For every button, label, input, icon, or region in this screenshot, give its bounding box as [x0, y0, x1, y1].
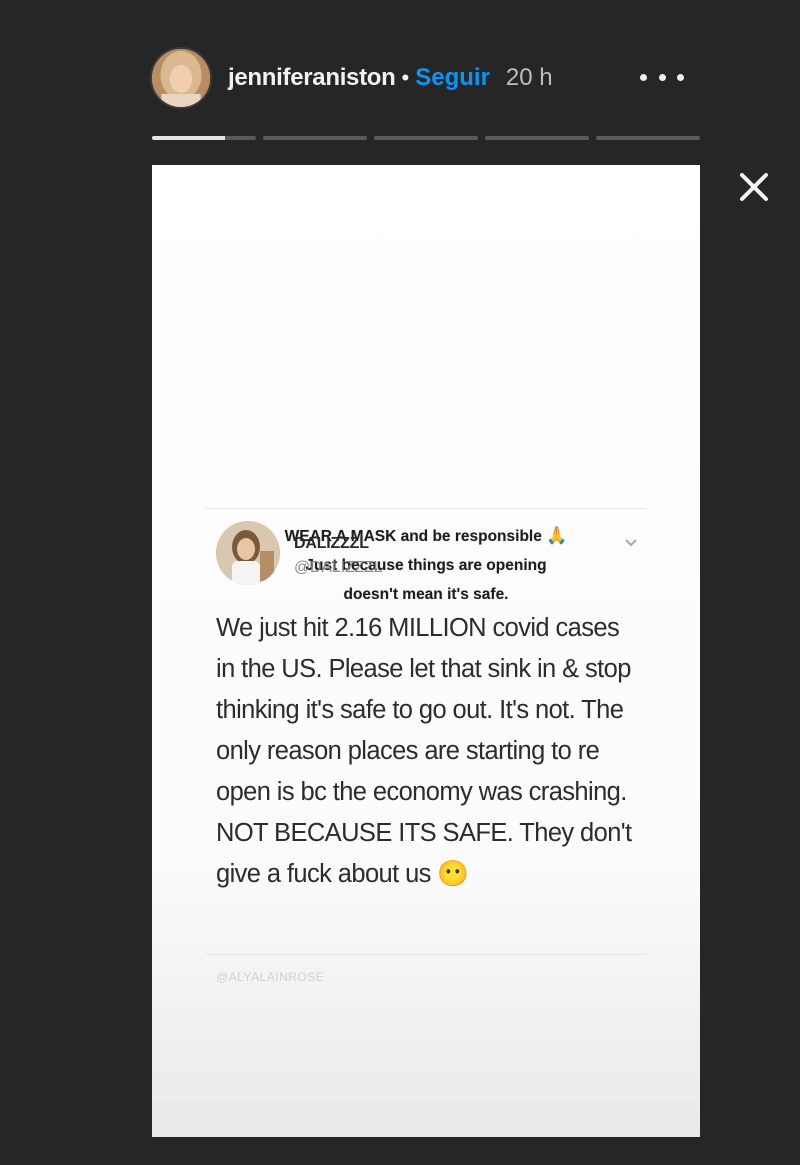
progress-segment-4	[485, 136, 589, 140]
progress-segment-5	[596, 136, 700, 140]
more-dot	[658, 73, 666, 81]
username[interactable]: jenniferaniston	[228, 64, 396, 92]
story-progress-bar	[152, 136, 700, 141]
follow-button[interactable]: Seguir	[415, 64, 490, 92]
progress-segment-1	[152, 136, 256, 140]
post-time: 20 h	[505, 64, 553, 91]
progress-segment-3	[374, 136, 478, 140]
more-icon[interactable]	[640, 62, 684, 92]
close-icon[interactable]	[733, 166, 775, 208]
tweet-text: We just hit 2.16 MILLION covid cases in …	[216, 614, 632, 888]
chevron-down-icon[interactable]	[624, 537, 638, 549]
story-viewer: jenniferaniston • Seguir 20 h WEAR A MAS…	[0, 0, 800, 1165]
tweet-avatar-image	[216, 521, 280, 585]
story-content[interactable]: WEAR A MASK and be responsible 🙏 Just be…	[152, 165, 700, 1137]
profile-avatar[interactable]	[150, 47, 212, 109]
more-dot	[677, 73, 684, 81]
story-header: jenniferaniston • Seguir 20 h	[150, 44, 690, 112]
more-dot	[640, 73, 647, 81]
tweet-watermark: @ALYALAINROSE	[216, 970, 325, 984]
tweet-display-name: DALIZZZL	[294, 535, 369, 552]
separator-dot: •	[401, 65, 410, 90]
tweet-card: DALIZZZL @DALIZZZL We just hit 2.16 MILL…	[206, 508, 646, 984]
progress-fill	[152, 136, 225, 140]
progress-segment-2	[263, 136, 367, 140]
divider	[206, 508, 646, 509]
tweet-handle: @DALIZZZL	[294, 559, 383, 576]
tweet-avatar	[216, 521, 280, 585]
divider	[206, 954, 646, 955]
avatar-image	[152, 49, 210, 107]
